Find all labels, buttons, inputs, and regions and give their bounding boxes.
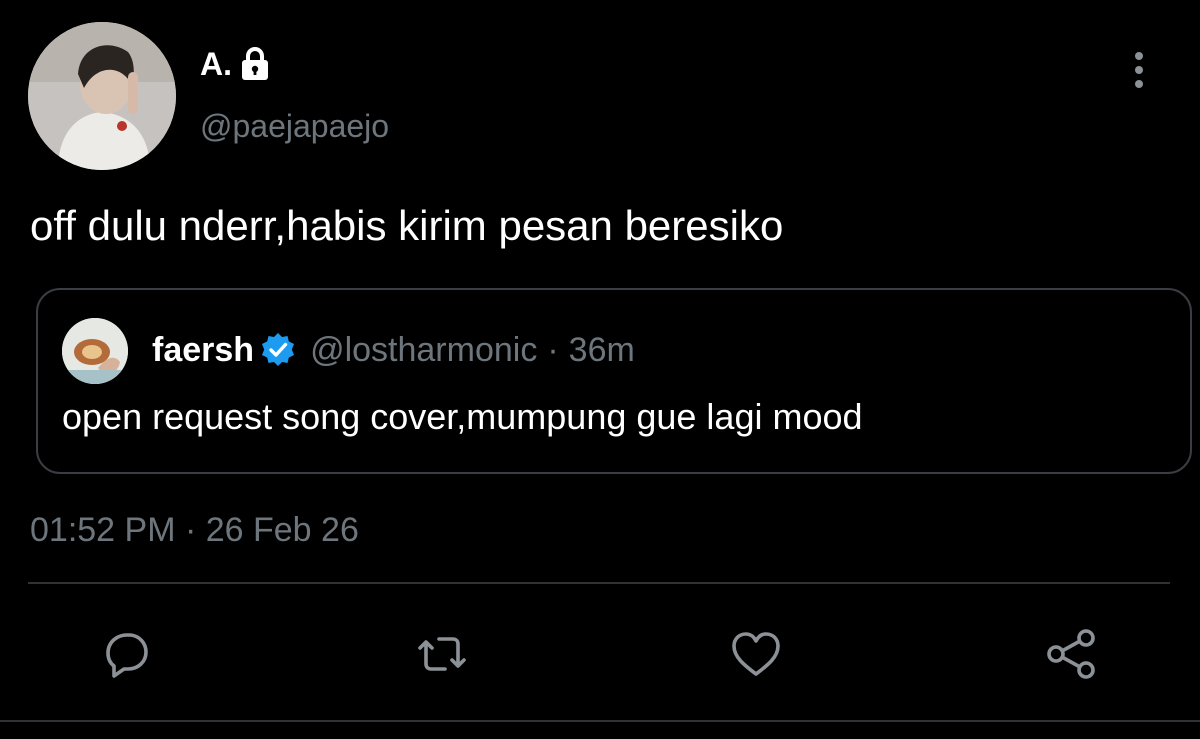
tweet-text: off dulu nderr,habis kirim pesan beresik… xyxy=(30,202,784,249)
tweet-action-bar xyxy=(0,624,1200,684)
author-display-name-row[interactable]: A. xyxy=(200,44,270,84)
tweet-timestamp[interactable]: 01:52 PM · 26 Feb 26 xyxy=(30,508,359,552)
quoted-author-handle[interactable]: @lostharmonic xyxy=(310,328,537,372)
quoted-separator: · xyxy=(547,331,559,369)
profile-photo xyxy=(28,22,176,170)
divider xyxy=(28,582,1170,584)
retweet-icon xyxy=(418,637,466,671)
quoted-author-name[interactable]: faersh xyxy=(152,328,254,372)
quoted-profile-photo xyxy=(62,318,128,384)
author-display-name[interactable]: A. xyxy=(200,44,232,84)
quoted-tweet-header: faersh @lostharmonic · 36m xyxy=(152,328,635,372)
quoted-tweet-card[interactable]: faersh @lostharmonic · 36m open request … xyxy=(36,288,1192,474)
quoted-tweet-text: open request song cover,mumpung gue lagi… xyxy=(62,396,863,437)
author-avatar[interactable] xyxy=(28,22,176,170)
heart-icon xyxy=(732,632,780,676)
divider xyxy=(0,720,1200,722)
quoted-tweet-time: 36m xyxy=(568,331,635,369)
share-icon xyxy=(1047,629,1095,679)
author-handle[interactable]: @paejapaejo xyxy=(200,106,389,146)
share-button[interactable] xyxy=(1042,624,1102,684)
reply-icon xyxy=(106,633,148,678)
quoted-author-avatar[interactable] xyxy=(62,318,128,384)
like-button[interactable] xyxy=(726,624,786,684)
more-vertical-icon[interactable] xyxy=(1124,50,1154,90)
reply-button[interactable] xyxy=(96,624,156,684)
retweet-button[interactable] xyxy=(412,624,472,684)
lock-icon xyxy=(240,46,270,82)
verified-badge-icon xyxy=(260,332,296,368)
